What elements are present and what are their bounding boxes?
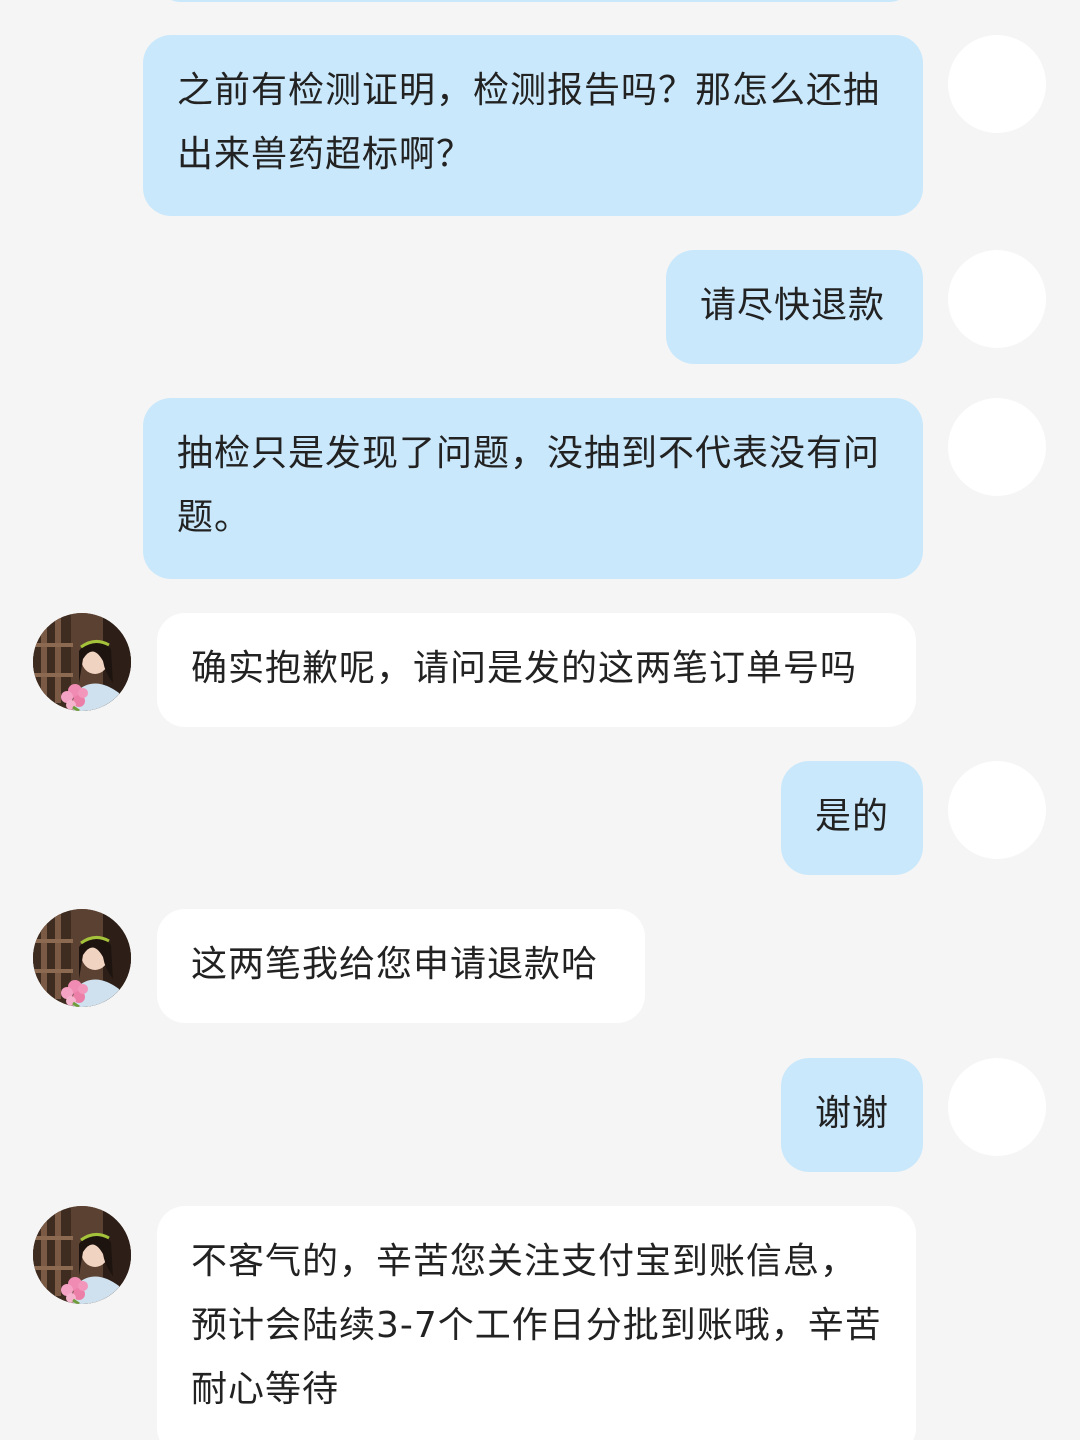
- previous-message-bubble-edge: [160, 0, 910, 2]
- portrait-photo-icon: [33, 613, 131, 711]
- portrait-photo-icon: [33, 909, 131, 1007]
- message-text: 谢谢: [815, 1093, 890, 1134]
- agent-avatar[interactable]: [33, 909, 131, 1007]
- agent-avatar[interactable]: [33, 1206, 131, 1304]
- my-avatar[interactable]: [948, 35, 1046, 133]
- outgoing-message-bubble[interactable]: 谢谢: [781, 1058, 923, 1172]
- incoming-message-bubble[interactable]: 这两笔我给您申请退款哈: [157, 909, 645, 1023]
- agent-avatar[interactable]: [33, 613, 131, 711]
- my-avatar[interactable]: [948, 1058, 1046, 1156]
- message-text: 是的: [815, 796, 890, 837]
- message-text: 确实抱歉呢，请问是发的这两笔订单号吗: [191, 648, 858, 689]
- outgoing-message-bubble[interactable]: 抽检只是发现了问题，没抽到不代表没有问题。: [143, 398, 923, 579]
- message-text: 不客气的，辛苦您关注支付宝到账信息，预计会陆续3-7个工作日分批到账哦，辛苦耐心…: [191, 1241, 882, 1410]
- incoming-message-bubble[interactable]: 确实抱歉呢，请问是发的这两笔订单号吗: [157, 613, 916, 727]
- my-avatar[interactable]: [948, 398, 1046, 496]
- chat-message-list[interactable]: 之前有检测证明，检测报告吗？那怎么还抽出来兽药超标啊？ 请尽快退款 抽检只是发现…: [0, 0, 1080, 1440]
- message-text: 这两笔我给您申请退款哈: [191, 944, 599, 985]
- message-text: 抽检只是发现了问题，没抽到不代表没有问题。: [177, 433, 881, 538]
- message-text: 之前有检测证明，检测报告吗？那怎么还抽出来兽药超标啊？: [177, 70, 881, 175]
- my-avatar[interactable]: [948, 761, 1046, 859]
- outgoing-message-bubble[interactable]: 之前有检测证明，检测报告吗？那怎么还抽出来兽药超标啊？: [143, 35, 923, 216]
- outgoing-message-bubble[interactable]: 请尽快退款: [666, 250, 923, 364]
- my-avatar[interactable]: [948, 250, 1046, 348]
- portrait-photo-icon: [33, 1206, 131, 1304]
- message-text: 请尽快退款: [700, 285, 886, 326]
- incoming-message-bubble[interactable]: 不客气的，辛苦您关注支付宝到账信息，预计会陆续3-7个工作日分批到账哦，辛苦耐心…: [157, 1206, 916, 1440]
- outgoing-message-bubble[interactable]: 是的: [781, 761, 923, 875]
